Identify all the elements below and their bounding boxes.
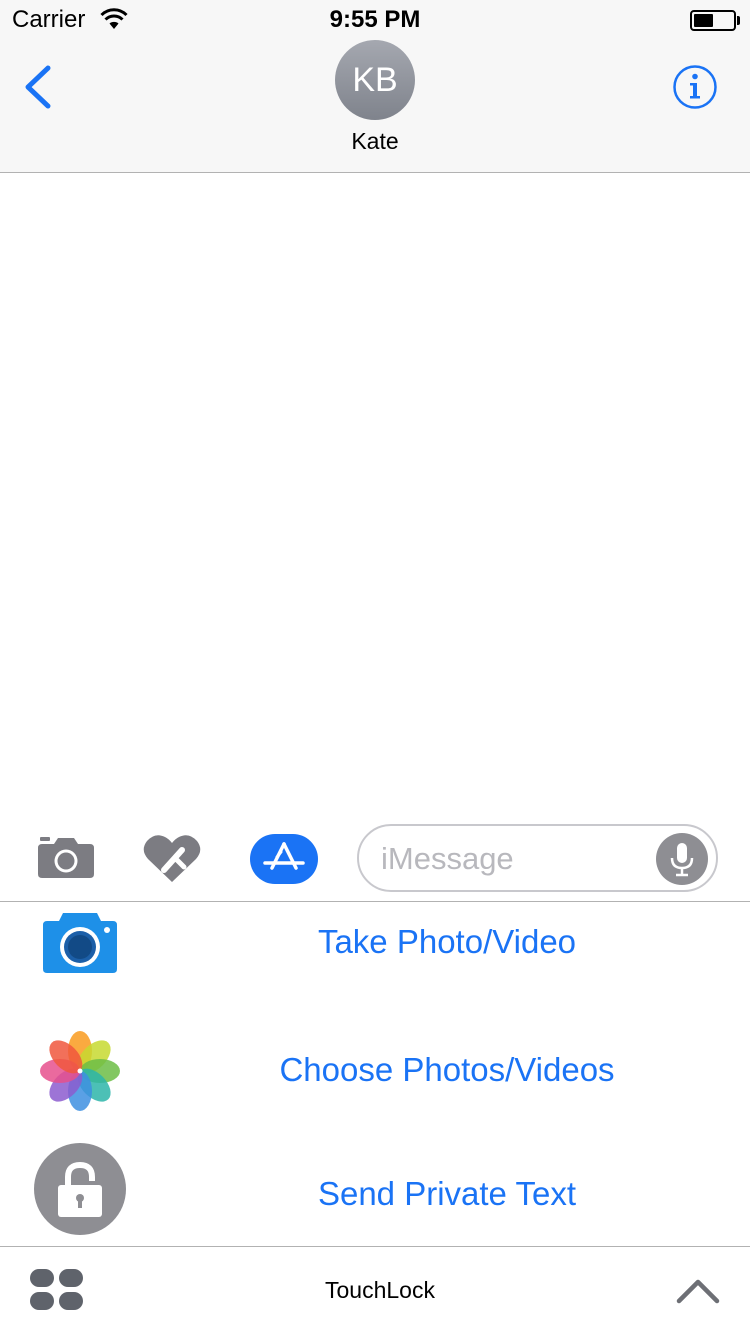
chevron-left-icon[interactable] xyxy=(18,62,58,112)
chevron-up-icon[interactable] xyxy=(676,1277,720,1305)
camera-icon[interactable] xyxy=(36,834,96,882)
info-icon[interactable] xyxy=(672,64,718,110)
send-private-text-row[interactable]: Send Private Text xyxy=(0,1137,750,1247)
battery-icon xyxy=(690,10,736,31)
lock-icon xyxy=(34,1143,126,1240)
touchlock-actions: Take Photo/Video Choose Photos/Videos Se… xyxy=(0,903,750,1246)
digital-touch-heart-icon[interactable] xyxy=(142,832,202,884)
send-private-text-label[interactable]: Send Private Text xyxy=(150,1175,744,1213)
battery-tip xyxy=(737,16,740,25)
message-transcript[interactable] xyxy=(0,174,750,814)
message-input[interactable] xyxy=(381,840,641,878)
camera-app-icon xyxy=(43,911,117,978)
status-time: 9:55 PM xyxy=(329,6,421,33)
contact-name[interactable]: Kate xyxy=(0,128,750,155)
status-bar: Carrier 9:55 PM xyxy=(0,0,750,40)
choose-photos-row[interactable]: Choose Photos/Videos xyxy=(0,1015,750,1125)
app-drawer-bar: TouchLock xyxy=(0,1246,750,1334)
battery-level xyxy=(694,14,713,27)
avatar[interactable]: KB xyxy=(335,40,415,120)
take-photo-label[interactable]: Take Photo/Video xyxy=(150,923,744,961)
message-field[interactable] xyxy=(357,824,718,892)
app-store-icon[interactable] xyxy=(250,834,318,884)
conversation-header: KB Kate xyxy=(0,40,750,173)
message-input-bar xyxy=(0,814,750,902)
microphone-icon[interactable] xyxy=(656,833,708,885)
photos-app-icon xyxy=(38,1029,122,1118)
app-name: TouchLock xyxy=(325,1277,435,1303)
choose-photos-label[interactable]: Choose Photos/Videos xyxy=(150,1051,744,1089)
take-photo-row[interactable]: Take Photo/Video xyxy=(0,903,750,1013)
